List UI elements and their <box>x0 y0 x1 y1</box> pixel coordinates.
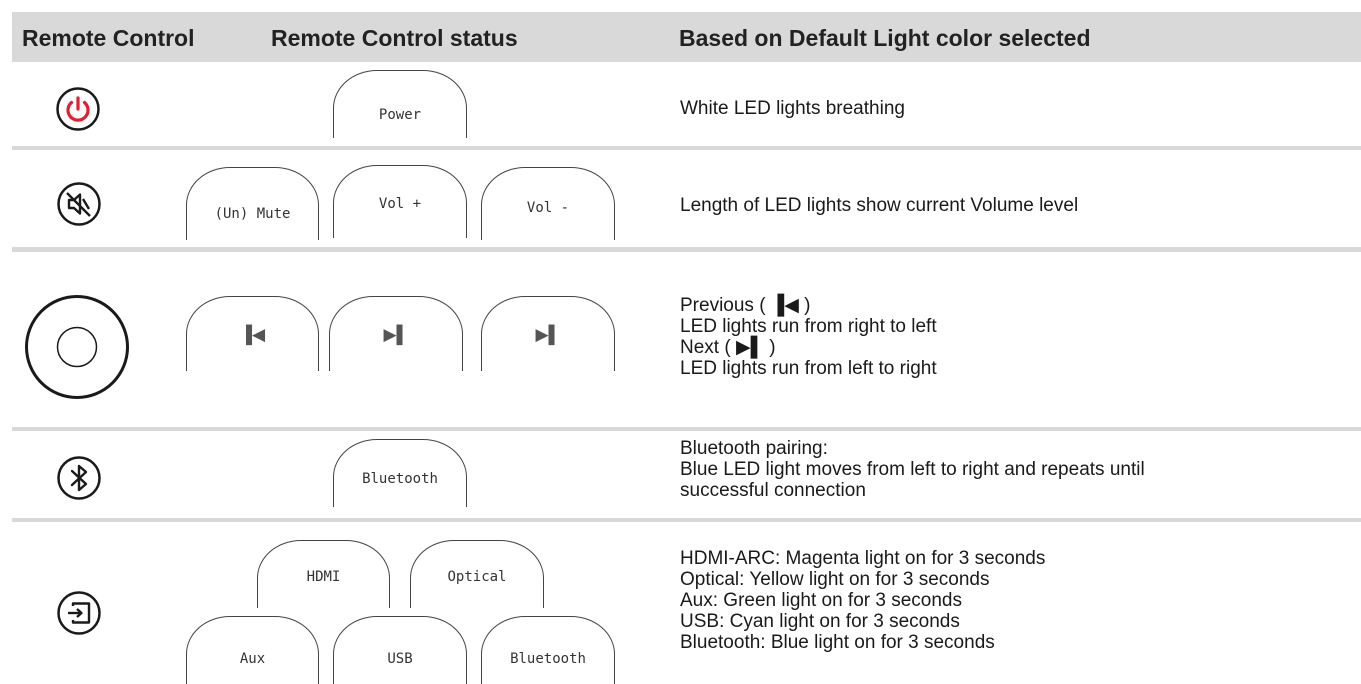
header-remote-control: Remote Control <box>22 25 195 51</box>
next-button[interactable]: ▶▌ <box>481 296 615 371</box>
row-divider <box>12 427 1361 431</box>
row-description: Length of LED lights show current Volume… <box>680 195 1079 216</box>
play-pause-button[interactable]: ▶▌ <box>329 296 463 371</box>
source-input-icon[interactable] <box>56 590 102 636</box>
row-description: Bluetooth pairing: Blue LED light moves … <box>680 438 1145 501</box>
row-divider <box>12 146 1361 150</box>
volume-down-button[interactable]: Vol - <box>481 167 615 240</box>
volume-up-button[interactable]: Vol + <box>333 165 467 238</box>
optical-button[interactable]: Optical <box>410 540 544 608</box>
bluetooth-source-button[interactable]: Bluetooth <box>481 616 615 684</box>
usb-button[interactable]: USB <box>333 616 467 684</box>
table-header: Remote Control Remote Control status Bas… <box>12 12 1361 62</box>
next-icon: ▶▌ <box>535 325 561 344</box>
play-pause-icon: ▶▌ <box>383 325 409 344</box>
power-icon[interactable] <box>55 86 101 132</box>
previous-icon: ▐◀ <box>239 325 266 344</box>
previous-button[interactable]: ▐◀ <box>186 296 319 371</box>
navigation-ring-icon[interactable] <box>24 294 130 400</box>
bluetooth-button[interactable]: Bluetooth <box>333 439 467 507</box>
row-description: White LED lights breathing <box>680 98 905 119</box>
header-default-light-color: Based on Default Light color selected <box>679 25 1091 51</box>
row-divider <box>12 518 1361 522</box>
aux-button[interactable]: Aux <box>186 616 319 684</box>
row-divider <box>12 247 1361 252</box>
mute-button[interactable]: (Un) Mute <box>186 167 319 240</box>
header-remote-control-status: Remote Control status <box>271 25 518 51</box>
power-button[interactable]: Power <box>333 70 467 138</box>
bluetooth-icon[interactable] <box>56 455 102 501</box>
row-description: Previous ( ▐◀ ) LED lights run from righ… <box>680 295 937 379</box>
row-description: HDMI-ARC: Magenta light on for 3 seconds… <box>680 548 1046 653</box>
mute-icon[interactable] <box>56 181 102 227</box>
hdmi-button[interactable]: HDMI <box>257 540 390 608</box>
